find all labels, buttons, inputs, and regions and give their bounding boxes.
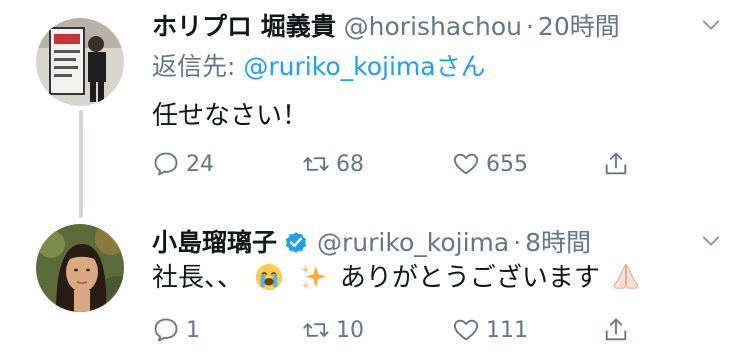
tweet-actions: 1 10 111 <box>152 316 642 352</box>
retweet-count: 10 <box>336 317 364 343</box>
avatar-image <box>36 18 124 106</box>
handle[interactable]: @horishachou <box>344 12 522 41</box>
like-icon <box>453 319 479 341</box>
sparkles-emoji <box>300 264 326 290</box>
avatar[interactable] <box>36 18 124 106</box>
retweet-icon <box>303 323 329 337</box>
tweet-text: 任せなさい！ <box>152 101 309 131</box>
folded-hands-emoji <box>614 263 639 289</box>
retweet-button[interactable]: 10 <box>302 316 364 344</box>
tweet-actions: 24 68 655 <box>152 150 642 186</box>
reply-count: 1 <box>186 317 200 343</box>
tweet-text-suffix: ありがとうございます <box>339 263 600 293</box>
share-icon <box>605 152 627 175</box>
reply-button[interactable]: 24 <box>152 150 214 178</box>
reply-count: 24 <box>186 151 214 177</box>
thread-connector-line <box>79 110 83 218</box>
tweet-text-prefix: 社長、、 <box>152 263 244 293</box>
like-count: 655 <box>486 151 528 177</box>
tweet-header: ホリプロ 堀義貴 @horishachou · 20時間 <box>152 12 620 42</box>
display-name[interactable]: 小島瑠璃子 <box>152 228 277 257</box>
tweet-header: 小島瑠璃子 @ruriko_kojima · 8時間 <box>152 228 591 258</box>
retweet-button[interactable]: 68 <box>302 150 364 178</box>
like-button[interactable]: 655 <box>452 150 528 178</box>
display-name[interactable]: ホリプロ 堀義貴 <box>152 12 336 41</box>
reply-label: 返信先: <box>152 52 236 81</box>
share-button[interactable] <box>602 150 636 178</box>
timestamp[interactable]: 8時間 <box>525 228 591 257</box>
reply-icon <box>154 152 178 176</box>
like-button[interactable]: 111 <box>452 316 528 344</box>
like-count: 111 <box>486 317 528 343</box>
tweet-text: 社長、、 ありがとうございます <box>152 262 644 294</box>
avatar-image <box>36 224 124 312</box>
reply-button[interactable]: 1 <box>152 316 200 344</box>
avatar[interactable] <box>36 224 124 312</box>
chevron-down-icon[interactable] <box>700 14 722 36</box>
retweet-count: 68 <box>336 151 364 177</box>
handle[interactable]: @ruriko_kojima <box>317 228 509 257</box>
share-button[interactable] <box>602 316 636 344</box>
crying-face-emoji <box>256 263 283 291</box>
chevron-down-icon[interactable] <box>700 230 722 252</box>
retweet-icon <box>303 157 329 171</box>
verified-badge-icon <box>285 232 307 253</box>
reply-target-link[interactable]: @ruriko_kojimaさん <box>243 52 485 81</box>
separator-dot: · <box>513 228 522 257</box>
like-icon <box>453 153 479 175</box>
reply-icon <box>154 318 178 342</box>
timestamp[interactable]: 20時間 <box>538 12 620 41</box>
share-icon <box>605 318 627 341</box>
separator-dot: · <box>525 12 534 41</box>
replying-to: 返信先: @ruriko_kojimaさん <box>152 52 486 82</box>
